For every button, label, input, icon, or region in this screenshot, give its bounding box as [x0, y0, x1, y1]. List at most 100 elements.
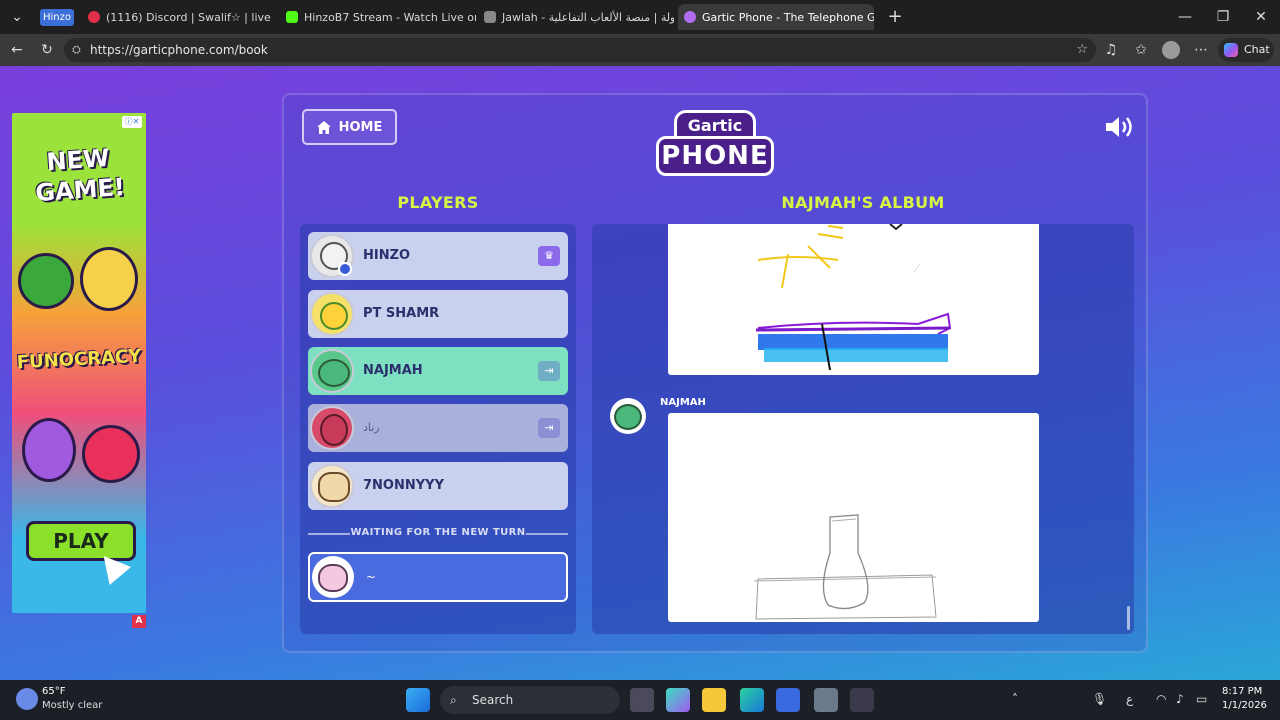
tab-title: Gartic Phone - The Telephone Gam	[702, 10, 874, 24]
store-icon[interactable]	[776, 688, 800, 712]
profile-avatar-icon[interactable]	[1162, 41, 1180, 59]
maximize-icon[interactable]: ❐	[1214, 8, 1232, 26]
language-indicator[interactable]: ع	[1126, 692, 1133, 706]
ad-bearded-character	[22, 418, 76, 482]
ad-info-icon[interactable]: ⓘ✕	[122, 116, 142, 128]
waiting-label: WAITING FOR THE NEW TURN	[350, 527, 526, 538]
waiting-player-avatar	[312, 556, 354, 598]
ad-thumbs-up-character	[18, 253, 74, 309]
tab-jawlah[interactable]: جولة | منصة الألعاب التفاعلية - Jawlah ✕	[478, 4, 674, 30]
crown-icon: ♛	[538, 246, 560, 266]
tab-title: HinzoB7 Stream - Watch Live on K	[304, 10, 476, 24]
waiting-divider: WAITING FOR THE NEW TURN	[308, 526, 568, 540]
album-drawing-landscape	[668, 223, 1039, 375]
gartic-favicon-icon	[684, 11, 696, 23]
file-explorer-icon[interactable]	[702, 688, 726, 712]
ad-choices-badge[interactable]: A	[132, 615, 146, 628]
copilot-chat-button[interactable]: Chat	[1218, 38, 1274, 62]
kick-player-icon[interactable]: ⇥	[538, 418, 560, 438]
kick-favicon-icon	[286, 11, 298, 23]
album-author-avatar	[610, 398, 646, 434]
wifi-icon[interactable]: ◠	[1156, 692, 1166, 706]
player-row-7nonnyyy[interactable]: 7NONNYYY	[308, 462, 568, 510]
sound-toggle-icon[interactable]	[1104, 114, 1136, 140]
kick-player-icon[interactable]: ⇥	[538, 361, 560, 381]
ad-blonde-character	[80, 247, 138, 311]
player-name: PT SHAMR	[363, 306, 440, 321]
player-name: 7NONNYYY	[363, 478, 444, 493]
new-tab-icon[interactable]: +	[886, 8, 904, 26]
player-row-renad[interactable]: رناد ⇥	[308, 404, 568, 452]
start-button-icon[interactable]	[406, 688, 430, 712]
waiting-player-row[interactable]: ~	[308, 552, 568, 602]
back-icon[interactable]: ←	[8, 41, 26, 59]
tab-list-icon[interactable]: ⌄	[8, 8, 26, 26]
copilot-taskbar-icon[interactable]	[666, 688, 690, 712]
gartic-phone-logo: Gartic PHONE	[656, 110, 774, 182]
address-bar-row: ← ↻ ⛭ https://garticphone.com/book ☆ ♫ ✩…	[0, 34, 1280, 66]
tab-title: (1116) Discord | Swalif☆ | live	[106, 10, 271, 24]
favorite-star-icon[interactable]: ☆	[1076, 38, 1088, 62]
waiting-player-name: ~	[366, 570, 377, 584]
player-name: NAJMAH	[363, 363, 423, 378]
search-icon: ⌕	[450, 693, 457, 707]
close-window-icon[interactable]: ✕	[1252, 8, 1270, 26]
tab-discord[interactable]: (1116) Discord | Swalif☆ | live ✕	[82, 4, 278, 30]
album-title: NAJMAH'S ALBUM	[781, 193, 945, 212]
weather-icon[interactable]	[16, 688, 38, 710]
minimize-icon[interactable]: —	[1176, 8, 1194, 26]
weather-temp[interactable]: 65°F	[42, 686, 65, 697]
site-info-icon[interactable]: ⛭	[72, 38, 81, 62]
players-title: PLAYERS	[397, 193, 479, 212]
album-drawing-vase	[668, 413, 1039, 622]
edge-browser-icon[interactable]	[740, 688, 764, 712]
battery-icon[interactable]: ▭	[1196, 692, 1207, 706]
ad-brand: FUNOCRACY	[16, 345, 142, 374]
player-avatar	[310, 349, 354, 393]
favorites-icon[interactable]: ✩	[1132, 41, 1150, 59]
search-placeholder: Search	[472, 693, 514, 707]
player-row-pt-shamr[interactable]: PT SHAMR	[308, 290, 568, 338]
close-tab-icon[interactable]: ✕	[271, 10, 278, 24]
taskbar-search[interactable]: ⌕ Search	[440, 686, 620, 714]
player-row-najmah[interactable]: NAJMAH ⇥	[308, 347, 568, 395]
advertisement-banner[interactable]: ⓘ✕ NEW GAME! FUNOCRACY PLAY	[12, 113, 146, 613]
player-row-hinzo[interactable]: HINZO ♛	[308, 232, 568, 280]
clock-date[interactable]: 1/1/2026	[1222, 700, 1267, 711]
clock-time[interactable]: 8:17 PM	[1222, 686, 1262, 697]
tab-gartic-phone[interactable]: Gartic Phone - The Telephone Gam ✕	[678, 4, 874, 30]
jawlah-favicon-icon	[484, 11, 496, 23]
weather-desc[interactable]: Mostly clear	[42, 700, 102, 711]
player-avatar	[310, 292, 354, 336]
url-text: https://garticphone.com/book	[90, 43, 268, 57]
tray-overflow-icon[interactable]: ˄	[1012, 692, 1018, 706]
player-name: HINZO	[363, 248, 411, 263]
task-view-icon[interactable]	[630, 688, 654, 712]
home-icon	[316, 120, 331, 134]
album-scrollbar[interactable]	[1127, 606, 1130, 630]
settings-icon[interactable]	[814, 688, 838, 712]
profile-badge[interactable]: Hinzo	[40, 9, 74, 26]
home-label: HOME	[338, 119, 383, 135]
home-button[interactable]: HOME	[302, 109, 397, 145]
player-name: رناد	[363, 421, 380, 434]
reload-icon[interactable]: ↻	[38, 41, 56, 59]
url-input[interactable]: ⛭ https://garticphone.com/book ☆	[64, 38, 1096, 62]
read-aloud-icon[interactable]: ♫	[1102, 41, 1120, 59]
discord-favicon-icon	[88, 11, 100, 23]
tab-kick[interactable]: HinzoB7 Stream - Watch Live on K ✕	[280, 4, 476, 30]
ad-angry-character	[82, 425, 140, 483]
copilot-icon	[1224, 43, 1238, 57]
chat-label: Chat	[1244, 43, 1270, 56]
page-content: ⓘ✕ NEW GAME! FUNOCRACY PLAY A HOME Garti…	[0, 66, 1280, 680]
host-indicator-icon	[338, 262, 352, 276]
ad-headline: NEW GAME!	[34, 143, 126, 208]
more-menu-icon[interactable]: ⋯	[1192, 41, 1210, 59]
album-author-name: NAJMAH	[660, 397, 706, 408]
player-avatar	[310, 464, 354, 508]
volume-icon[interactable]: ♪	[1176, 692, 1184, 706]
player-avatar	[310, 406, 354, 450]
microphone-icon[interactable]: 🎙	[1092, 692, 1107, 706]
app-icon[interactable]	[850, 688, 874, 712]
logo-bottom-text: PHONE	[656, 136, 774, 176]
